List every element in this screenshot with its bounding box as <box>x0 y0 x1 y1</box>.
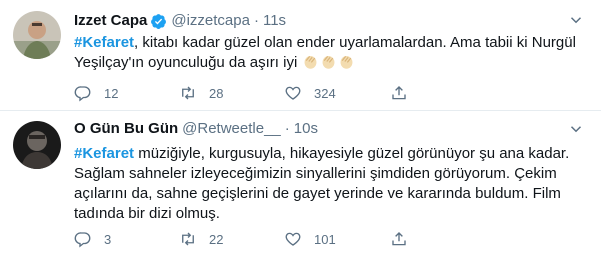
tweet-header: O Gün Bu Gün @Retweetle__ · 10s <box>74 119 318 139</box>
reply-icon <box>74 86 91 102</box>
separator-dot: · <box>253 12 259 29</box>
like-count: 101 <box>314 231 336 247</box>
tweet-feed: Izzet Capa @izzetcapa · 11s #Kefaret, ki… <box>0 0 601 262</box>
tweet-timestamp[interactable]: 10s <box>294 119 318 139</box>
share-icon <box>392 86 406 100</box>
like-button[interactable]: 101 <box>284 229 336 249</box>
user-handle[interactable]: @izzetcapa <box>171 11 250 31</box>
reply-count: 12 <box>104 85 119 101</box>
clapping-hands-icon <box>302 53 319 70</box>
hashtag-link[interactable]: #Kefaret <box>74 34 134 51</box>
reply-button[interactable]: 12 <box>74 83 118 103</box>
tweet-text: #Kefaret müziğiyle, kurgusuyla, hikayesi… <box>74 144 589 224</box>
like-button[interactable]: 324 <box>284 83 336 103</box>
chevron-down-icon[interactable] <box>567 11 585 29</box>
tweet-text: #Kefaret, kitabı kadar güzel olan ender … <box>74 33 589 73</box>
retweet-icon <box>182 86 194 100</box>
tweet-body: müziğiyle, kurgusuyla, hikayesiyle güzel… <box>74 145 570 222</box>
like-icon <box>285 86 301 100</box>
retweet-icon <box>182 232 194 246</box>
share-icon <box>392 232 406 246</box>
share-button[interactable] <box>390 83 408 103</box>
share-button[interactable] <box>390 229 408 249</box>
retweet-button[interactable]: 22 <box>179 229 223 249</box>
retweet-count: 28 <box>209 85 224 101</box>
display-name[interactable]: O Gün Bu Gün <box>74 119 178 139</box>
like-icon <box>285 232 301 246</box>
tweet-retweetle[interactable]: O Gün Bu Gün @Retweetle__ · 10s #Kefaret… <box>0 111 601 262</box>
reply-button[interactable]: 3 <box>74 229 111 249</box>
clapping-hands-icon <box>320 53 337 70</box>
user-handle[interactable]: @Retweetle__ <box>182 119 281 139</box>
reply-count: 3 <box>104 231 112 247</box>
tweet-izzetcapa[interactable]: Izzet Capa @izzetcapa · 11s #Kefaret, ki… <box>0 0 601 111</box>
tweet-timestamp[interactable]: 11s <box>263 11 286 31</box>
avatar[interactable] <box>13 121 61 169</box>
reply-icon <box>74 232 91 248</box>
retweet-button[interactable]: 28 <box>179 83 223 103</box>
hashtag-link[interactable]: #Kefaret <box>74 145 134 162</box>
verified-badge-icon <box>150 13 167 30</box>
chevron-down-icon[interactable] <box>567 120 585 138</box>
clapping-hands-icon <box>338 53 355 70</box>
separator-dot: · <box>284 120 290 137</box>
like-count: 324 <box>314 85 336 101</box>
display-name[interactable]: Izzet Capa <box>74 11 147 31</box>
retweet-count: 22 <box>209 231 224 247</box>
tweet-header: Izzet Capa @izzetcapa · 11s <box>74 11 286 31</box>
avatar[interactable] <box>13 11 61 59</box>
